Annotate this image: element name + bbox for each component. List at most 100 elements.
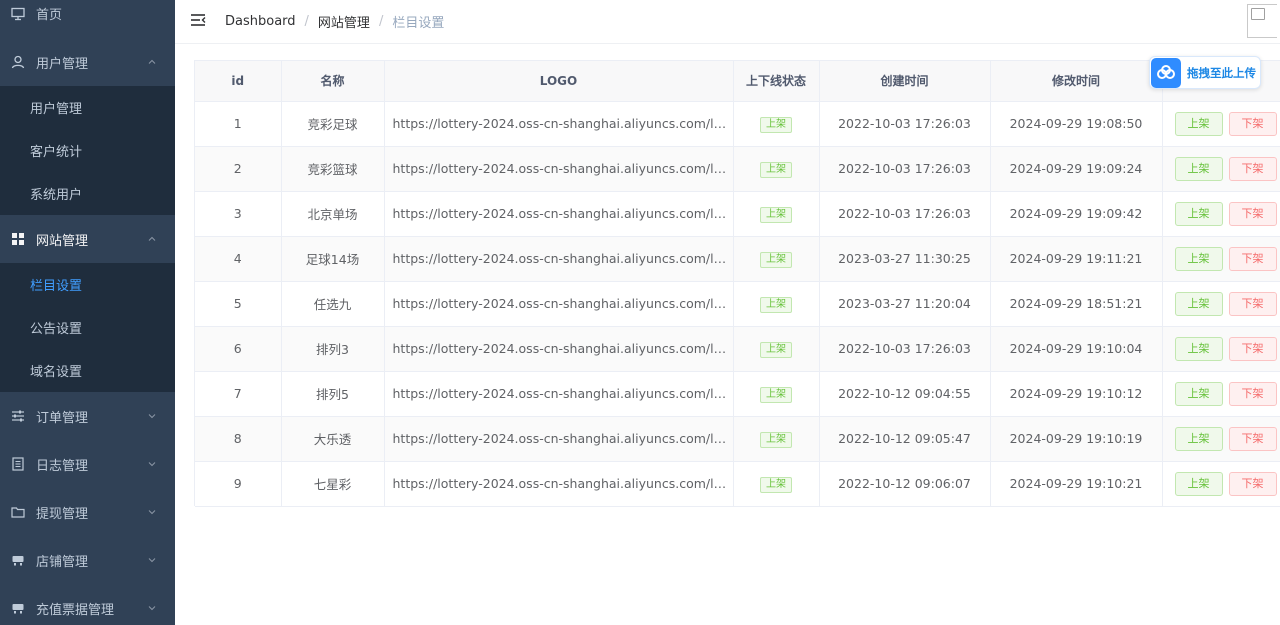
sidebar-item-site-management[interactable]: 网站管理 xyxy=(0,215,175,263)
breadcrumb-dashboard[interactable]: Dashboard xyxy=(225,14,296,29)
cell-created: 2022-10-12 09:06:07 xyxy=(819,461,991,507)
sidebar-item-user-management[interactable]: 用户管理 xyxy=(0,38,175,86)
sidebar-sub-notice-settings[interactable]: 公告设置 xyxy=(0,306,175,349)
header-name: 名称 xyxy=(281,61,385,102)
column-table: id 名称 LOGO 上下线状态 创建时间 修改时间 1 竞彩足球 https://… xyxy=(194,60,1280,507)
online-button[interactable]: 上架 xyxy=(1174,471,1223,496)
online-button[interactable]: 上架 xyxy=(1174,246,1223,271)
hamburger-icon[interactable] xyxy=(190,12,206,28)
sidebar-item-label: 网站管理 xyxy=(36,233,89,249)
status-badge: 上架 xyxy=(760,296,792,313)
online-button[interactable]: 上架 xyxy=(1174,336,1223,361)
monitor-icon xyxy=(11,7,25,21)
status-badge: 上架 xyxy=(760,116,792,133)
offline-button[interactable]: 下架 xyxy=(1228,291,1277,316)
sidebar-sub-users[interactable]: 用户管理 xyxy=(0,86,175,129)
offline-button[interactable]: 下架 xyxy=(1228,156,1277,181)
cell-name: 七星彩 xyxy=(281,461,385,507)
cell-modified: 2024-09-29 19:10:19 xyxy=(990,416,1163,462)
table-row: 8 大乐透 https://lottery-2024.oss-cn-shanghai… xyxy=(195,416,1280,462)
user-icon xyxy=(11,55,25,69)
chevron-down-icon xyxy=(148,558,156,563)
sidebar-sub-system-users[interactable]: 系统用户 xyxy=(0,172,175,215)
online-button[interactable]: 上架 xyxy=(1174,291,1223,316)
cell-actions: 上架 下架 xyxy=(1162,416,1280,462)
cell-modified: 2024-09-29 19:10:04 xyxy=(990,326,1163,372)
cell-created: 2023-03-27 11:30:25 xyxy=(819,236,991,282)
navbar: Dashboard / 网站管理 / 栏目设置 xyxy=(175,0,1280,44)
sidebar-item-order-management[interactable]: 订单管理 xyxy=(0,392,175,440)
cell-logo-url: https://lottery-2024.oss-cn-shanghai.ali… xyxy=(384,236,734,282)
cell-id: 2 xyxy=(195,146,282,192)
cell-id: 6 xyxy=(195,326,282,372)
table-row: 7 排列5 https://lottery-2024.oss-cn-shanghai… xyxy=(195,371,1280,417)
sidebar-item-label: 提现管理 xyxy=(36,506,89,522)
cell-status: 上架 xyxy=(733,371,820,417)
cell-name: 大乐透 xyxy=(281,416,385,462)
table-row: 6 排列3 https://lottery-2024.oss-cn-shanghai… xyxy=(195,326,1280,372)
status-badge: 上架 xyxy=(760,386,792,403)
offline-button[interactable]: 下架 xyxy=(1228,111,1277,136)
cell-status: 上架 xyxy=(733,416,820,462)
sidebar-sub-column-settings[interactable]: 栏目设置 xyxy=(0,263,175,306)
table-row: 1 竞彩足球 https://lottery-2024.oss-cn-shangha… xyxy=(195,101,1280,147)
sidebar-item-withdraw-management[interactable]: 提现管理 xyxy=(0,488,175,536)
header-id: id xyxy=(195,61,282,102)
sidebar-item-home[interactable]: 首页 xyxy=(0,0,175,29)
cell-created: 2022-10-03 17:26:03 xyxy=(819,146,991,192)
cell-logo-url: https://lottery-2024.oss-cn-shanghai.ali… xyxy=(384,101,734,147)
online-button[interactable]: 上架 xyxy=(1174,156,1223,181)
sidebar-sub-customer-stats[interactable]: 客户统计 xyxy=(0,129,175,172)
table-header-row: id 名称 LOGO 上下线状态 创建时间 修改时间 xyxy=(195,61,1280,102)
cell-actions: 上架 下架 xyxy=(1162,281,1280,327)
site-submenu: 栏目设置 公告设置 域名设置 xyxy=(0,263,175,392)
header-status: 上下线状态 xyxy=(733,61,820,102)
shop-icon xyxy=(11,553,25,567)
online-button[interactable]: 上架 xyxy=(1174,426,1223,451)
online-button[interactable]: 上架 xyxy=(1174,381,1223,406)
cell-actions: 上架 下架 xyxy=(1162,101,1280,147)
status-badge: 上架 xyxy=(760,431,792,448)
table-row: 9 七星彩 https://lottery-2024.oss-cn-shanghai… xyxy=(195,461,1280,507)
avatar[interactable] xyxy=(1247,4,1277,38)
drag-upload-widget[interactable]: 拖拽至此上传 xyxy=(1149,56,1261,89)
folder-icon xyxy=(11,505,25,519)
breadcrumb-site-management[interactable]: 网站管理 xyxy=(318,12,370,31)
status-badge: 上架 xyxy=(760,341,792,358)
offline-button[interactable]: 下架 xyxy=(1228,426,1277,451)
sidebar-item-log-management[interactable]: 日志管理 xyxy=(0,440,175,488)
online-button[interactable]: 上架 xyxy=(1174,111,1223,136)
cell-modified: 2024-09-29 19:10:21 xyxy=(990,461,1163,507)
sidebar-item-shop-management[interactable]: 店铺管理 xyxy=(0,536,175,584)
online-button[interactable]: 上架 xyxy=(1174,201,1223,226)
cell-status: 上架 xyxy=(733,236,820,282)
grid-icon xyxy=(11,232,25,246)
cell-status: 上架 xyxy=(733,461,820,507)
cell-logo-url: https://lottery-2024.oss-cn-shanghai.ali… xyxy=(384,281,734,327)
sliders-icon xyxy=(11,409,25,423)
chevron-down-icon xyxy=(148,606,156,611)
status-badge: 上架 xyxy=(760,251,792,268)
status-badge: 上架 xyxy=(760,161,792,178)
upload-widget-label: 拖拽至此上传 xyxy=(1187,65,1256,80)
sidebar-item-label: 首页 xyxy=(36,8,63,23)
cell-id: 8 xyxy=(195,416,282,462)
breadcrumb-separator: / xyxy=(378,14,384,29)
sidebar-sub-domain-settings[interactable]: 域名设置 xyxy=(0,349,175,392)
offline-button[interactable]: 下架 xyxy=(1228,246,1277,271)
offline-button[interactable]: 下架 xyxy=(1228,471,1277,496)
ticket-icon xyxy=(11,601,25,615)
offline-button[interactable]: 下架 xyxy=(1228,381,1277,406)
cell-id: 9 xyxy=(195,461,282,507)
cell-created: 2022-10-12 09:04:55 xyxy=(819,371,991,417)
offline-button[interactable]: 下架 xyxy=(1228,201,1277,226)
offline-button[interactable]: 下架 xyxy=(1228,336,1277,361)
cell-created: 2022-10-03 17:26:03 xyxy=(819,191,991,237)
cell-status: 上架 xyxy=(733,101,820,147)
cell-created: 2022-10-03 17:26:03 xyxy=(819,326,991,372)
cell-created: 2023-03-27 11:20:04 xyxy=(819,281,991,327)
chevron-up-icon xyxy=(148,236,156,241)
table-row: 5 任选九 https://lottery-2024.oss-cn-shanghai… xyxy=(195,281,1280,327)
sidebar-item-recharge-management[interactable]: 充值票据管理 xyxy=(0,584,175,625)
sidebar-item-label: 店铺管理 xyxy=(36,554,89,570)
